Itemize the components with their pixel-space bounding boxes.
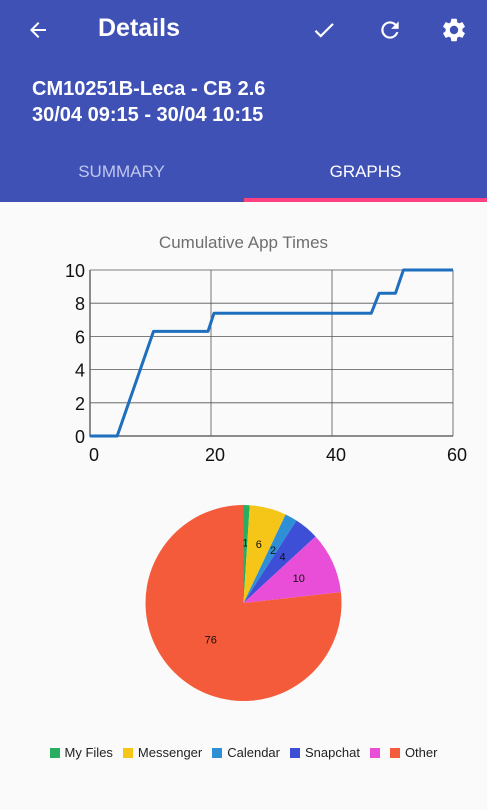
refresh-icon[interactable]	[372, 12, 408, 48]
y-tick-label: 10	[65, 261, 85, 281]
legend-label: Messenger	[137, 745, 203, 760]
pie-chart: 1 6 241076	[145, 505, 342, 701]
legend-label: Snapchat	[305, 745, 360, 760]
legend-swatch	[290, 747, 300, 758]
pie-slice-label: 10	[293, 573, 305, 585]
pie-slice-label: 76	[205, 635, 217, 647]
x-tick-label: 0	[89, 445, 99, 465]
legend-swatch	[49, 747, 60, 758]
series-line	[90, 268, 453, 438]
session-time-range: 30/04 09:15 - 30/04 10:15	[32, 104, 264, 126]
legend-swatch	[122, 747, 133, 758]
session-header: CM10251B-Leca - CB 2.6 30/04 09:15 - 30/…	[32, 76, 265, 128]
pie-legend: My Files Messenger Calendar Snapchat Other	[0, 745, 487, 760]
x-tick-label: 40	[326, 445, 346, 465]
y-tick-label: 0	[75, 427, 85, 447]
legend-item: My Files	[49, 745, 113, 760]
legend-swatch	[369, 747, 380, 758]
tab-summary[interactable]: SUMMARY	[0, 146, 243, 198]
session-name: CM10251B-Leca - CB 2.6	[32, 78, 266, 100]
legend-label: My Files	[64, 745, 113, 760]
pie-slice-label: 6	[256, 539, 262, 551]
legend-item: Snapchat	[290, 745, 360, 760]
legend-item	[369, 745, 380, 760]
legend-label: Other	[404, 745, 438, 760]
legend-item: Calendar	[212, 745, 280, 760]
y-tick-label: 2	[75, 394, 85, 414]
tab-graphs[interactable]: GRAPHS	[244, 146, 487, 198]
y-tick-label: 8	[75, 294, 85, 314]
arrow-left-icon[interactable]	[20, 12, 56, 48]
legend-item: Other	[389, 745, 438, 760]
tab-indicator	[244, 198, 487, 202]
legend-swatch	[389, 747, 400, 758]
y-tick-label: 4	[75, 361, 85, 381]
legend-label: Calendar	[227, 745, 280, 760]
legend-item: Messenger	[122, 745, 203, 760]
check-icon[interactable]	[306, 12, 342, 48]
page-title: Details	[98, 14, 180, 42]
x-tick-label: 60	[447, 445, 467, 465]
legend-swatch	[212, 747, 223, 758]
toolbar: Details	[0, 0, 487, 58]
app-bar: Details CM10251B-Leca - CB 2.6 30/04 09:…	[0, 0, 487, 202]
line-chart-title: Cumulative App Times	[158, 233, 329, 252]
tab-bar: SUMMARY GRAPHS	[0, 146, 487, 202]
gear-icon[interactable]	[436, 12, 472, 48]
line-chart: 0 2 4 6 8 10 0 20 40 60	[65, 261, 467, 465]
y-tick-label: 6	[75, 327, 85, 347]
x-tick-label: 20	[205, 445, 225, 465]
pie-slice-label: 4	[280, 552, 286, 564]
